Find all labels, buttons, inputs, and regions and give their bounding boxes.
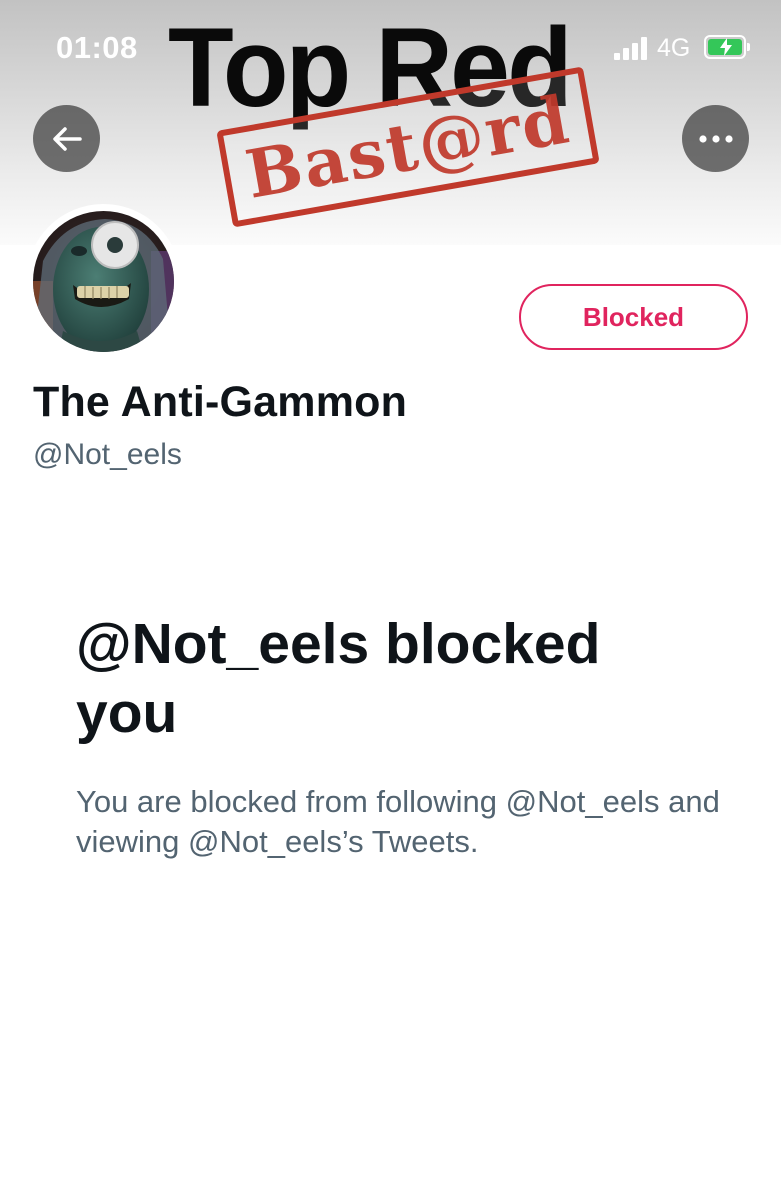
status-bar: 01:08 4G xyxy=(0,0,781,90)
status-time: 01:08 xyxy=(56,30,138,65)
arrow-left-icon xyxy=(52,126,82,151)
battery-charging-icon xyxy=(704,35,750,59)
blocked-button[interactable]: Blocked xyxy=(519,284,748,350)
cellular-signal-icon xyxy=(614,36,648,60)
more-options-button[interactable] xyxy=(682,105,749,172)
network-type: 4G xyxy=(657,34,691,62)
blocked-description: You are blocked from following @Not_eels… xyxy=(76,784,720,859)
avatar-image xyxy=(33,211,174,352)
blocked-heading: @Not_eels blocked you xyxy=(76,612,601,745)
ellipsis-icon xyxy=(698,134,733,143)
back-button[interactable] xyxy=(33,105,100,172)
profile-display-name: The Anti-Gammon xyxy=(33,378,408,426)
avatar[interactable] xyxy=(33,211,174,352)
profile-handle: @Not_eels xyxy=(33,438,182,471)
charging-bolt-icon xyxy=(720,38,732,56)
avatar-frame xyxy=(26,204,181,359)
